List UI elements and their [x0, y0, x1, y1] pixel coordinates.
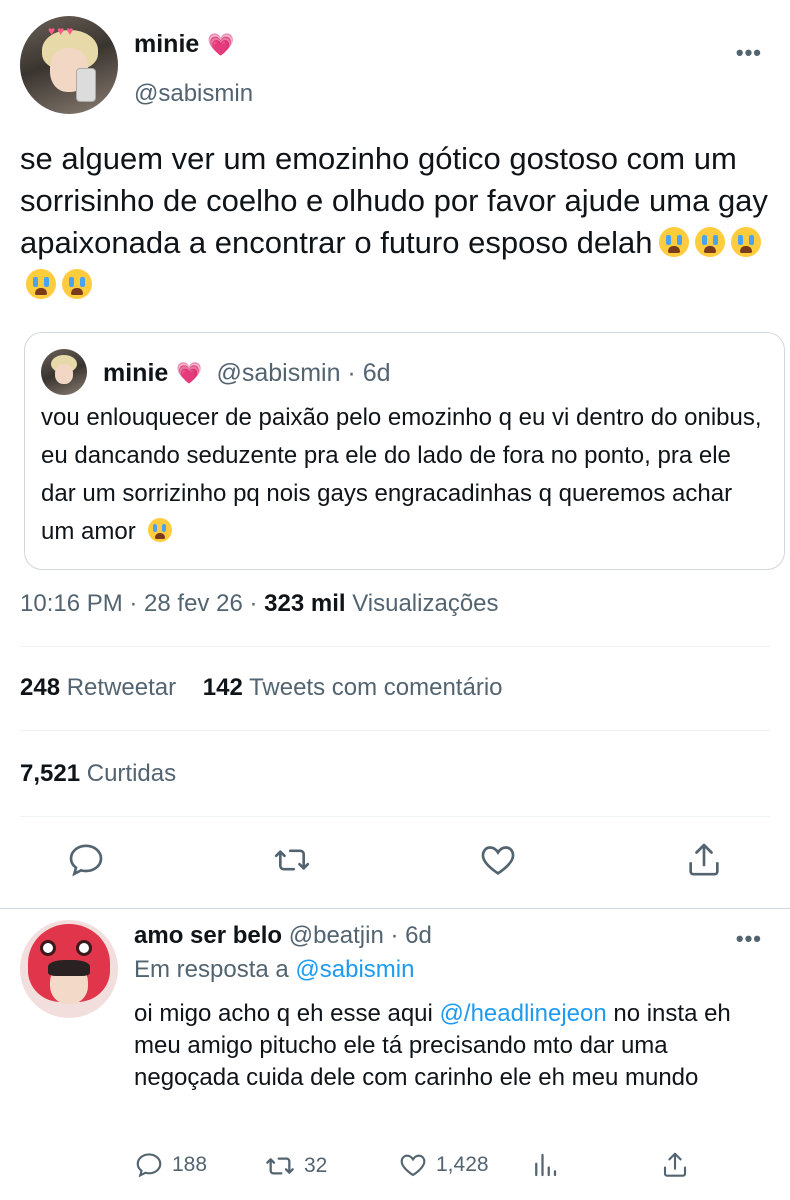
analytics-icon[interactable]	[530, 1150, 560, 1180]
more-icon[interactable]: •••	[736, 40, 762, 66]
avatar-phone	[76, 68, 96, 102]
more-icon[interactable]: •••	[736, 926, 762, 952]
loudly-crying-emoji	[694, 227, 725, 257]
share-icon[interactable]	[660, 1150, 690, 1180]
retweet-icon	[266, 1157, 294, 1175]
author-name[interactable]: minie	[134, 30, 199, 59]
verified-heart-icon: 💗	[207, 31, 235, 57]
reply-header: amo ser belo @beatjin · 6d	[134, 922, 432, 950]
share-icon[interactable]	[682, 838, 726, 882]
quoted-author-name: minie	[103, 359, 169, 387]
reply-icon[interactable]	[64, 838, 108, 882]
tweet-text: se alguem ver um emozinho gótico gostoso…	[20, 138, 780, 306]
quoted-header: minie 💗 @sabismin · 6d	[103, 359, 391, 388]
reply-like-button[interactable]: 1,428	[398, 1150, 489, 1180]
avatar-hearts: ♥♥♥	[48, 24, 76, 38]
tweet-timestamp: 10:16 PM · 28 fev 26 · 323 mil Visualiza…	[20, 590, 499, 618]
author-name-row[interactable]: minie 💗	[134, 30, 235, 59]
quoted-meta: @sabismin · 6d	[216, 359, 391, 387]
retweet-stats: 248 Retweetar 142 Tweets com comentário	[20, 674, 503, 702]
verified-heart-icon: 💗	[176, 361, 203, 385]
quoted-author-avatar	[41, 349, 87, 395]
avatar-hood-eye	[40, 940, 56, 956]
reply-text: oi migo acho q eh esse aqui @/headlineje…	[134, 998, 774, 1094]
retweets-label[interactable]: Retweetar	[67, 674, 176, 701]
avatar-hood-eye	[76, 940, 92, 956]
reply-mention-link[interactable]: @/headlinejeon	[440, 1000, 607, 1027]
avatar-hair	[48, 960, 90, 976]
reply-icon	[136, 1153, 162, 1178]
views-label: Visualizações	[352, 590, 499, 617]
likes-stats: 7,521 Curtidas	[20, 760, 176, 788]
reply-actions: 188 32 1,428	[134, 1150, 774, 1186]
reply-meta[interactable]: @beatjin · 6d	[289, 922, 432, 949]
reply-text-before: oi migo acho q eh esse aqui	[134, 1000, 440, 1027]
loudly-crying-emoji	[658, 227, 689, 257]
loudly-crying-emoji	[730, 227, 761, 257]
quoted-text: vou enlouquecer de paixão pelo emozinho …	[41, 399, 771, 551]
retweet-icon[interactable]	[270, 838, 314, 882]
tweet-actions	[0, 838, 790, 888]
divider	[20, 730, 770, 731]
reply-to-mention[interactable]: @sabismin	[295, 956, 414, 983]
likes-label[interactable]: Curtidas	[87, 760, 176, 787]
reply-prefix: Em resposta a	[134, 956, 289, 983]
reply-context: Em resposta a @sabismin	[134, 956, 414, 984]
reply-retweet-button[interactable]: 32	[264, 1150, 327, 1182]
views-count: 323 mil	[264, 590, 346, 617]
like-icon	[400, 1154, 426, 1177]
tweet-time[interactable]: 10:16 PM · 28 fev 26 ·	[20, 590, 257, 617]
reply-author-name[interactable]: amo ser belo	[134, 922, 282, 949]
likes-count[interactable]: 7,521	[20, 760, 80, 787]
divider	[20, 816, 770, 817]
tweet-body: se alguem ver um emozinho gótico gostoso…	[20, 141, 768, 260]
like-icon[interactable]	[476, 838, 520, 882]
loudly-crying-emoji	[148, 518, 173, 542]
quotes-label[interactable]: Tweets com comentário	[249, 674, 502, 701]
section-divider	[0, 908, 790, 909]
author-handle[interactable]: @sabismin	[134, 80, 253, 108]
divider	[20, 646, 770, 647]
author-avatar[interactable]: ♥♥♥	[20, 16, 118, 114]
reply-likes-count: 1,428	[436, 1153, 489, 1176]
reply-author-avatar[interactable]	[20, 920, 118, 1018]
retweets-count[interactable]: 248	[20, 674, 60, 701]
quotes-count[interactable]: 142	[203, 674, 243, 701]
loudly-crying-emoji	[62, 269, 92, 299]
reply-reply-button[interactable]: 188	[134, 1150, 207, 1180]
reply-replies-count: 188	[172, 1153, 208, 1176]
quoted-tweet[interactable]: minie 💗 @sabismin · 6d vou enlouquecer d…	[24, 332, 785, 570]
reply-retweets-count: 32	[304, 1154, 328, 1177]
avatar-face	[55, 364, 73, 384]
loudly-crying-emoji	[26, 269, 56, 299]
